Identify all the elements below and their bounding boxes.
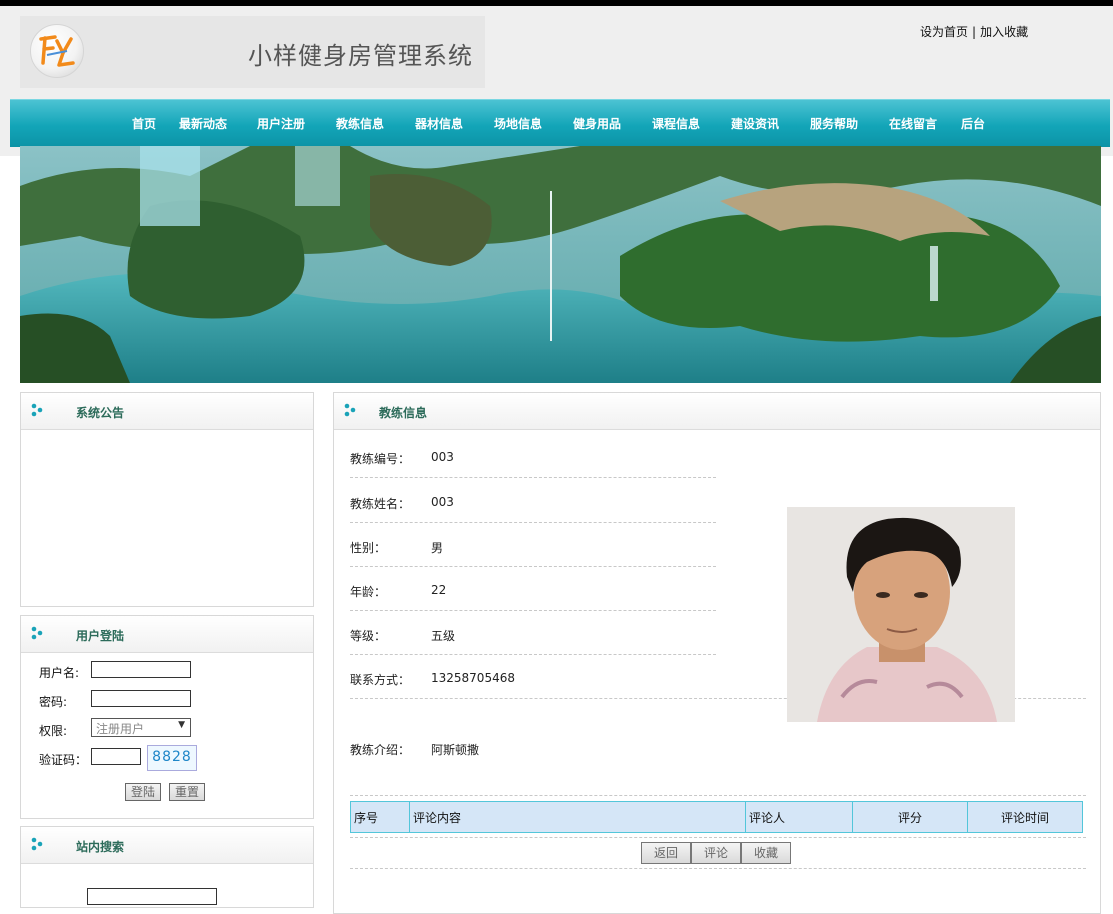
intro-row: 教练介绍： 阿斯顿撒 — [350, 699, 1086, 796]
captcha-label: 验证码： — [39, 753, 88, 767]
password-input[interactable] — [91, 690, 191, 707]
coach-name-row: 教练姓名： 003 — [350, 478, 716, 523]
announcement-panel-header: 系统公告 — [21, 393, 313, 430]
nav-fitness-goods[interactable]: 健身用品 — [573, 115, 621, 132]
coach-info-title: 教练信息 — [379, 406, 428, 420]
site-logo[interactable] — [30, 24, 84, 78]
password-label: 密码: — [39, 695, 68, 709]
login-panel-header: 用户登陆 — [21, 616, 313, 653]
role-label: 权限: — [39, 724, 68, 738]
col-content: 评论内容 — [409, 801, 746, 833]
comment-table: 序号 评论内容 评论人 评分 评论时间 — [350, 801, 1083, 833]
col-time: 评论时间 — [967, 801, 1083, 833]
age-row: 年龄： 22 — [350, 566, 716, 611]
coach-id-label: 教练编号： — [350, 452, 411, 466]
coach-portrait-image — [787, 507, 1015, 722]
role-select-value: 注册用户 — [96, 722, 145, 736]
age-value: 22 — [431, 583, 447, 597]
favorite-button[interactable]: 收藏 — [741, 842, 791, 864]
coach-info-panel: 教练信息 教练编号： 003 教练姓名： 003 性别： 男 年龄： 22 等级… — [333, 392, 1101, 914]
nav-construction-news[interactable]: 建设资讯 — [731, 115, 779, 132]
col-commenter: 评论人 — [745, 801, 853, 833]
nav-service-help[interactable]: 服务帮助 — [810, 115, 858, 132]
coach-info-panel-header: 教练信息 — [334, 393, 1100, 430]
top-links-separator: | — [972, 25, 977, 39]
comment-table-header-row: 序号 评论内容 评论人 评分 评论时间 — [350, 801, 1083, 833]
comment-button[interactable]: 评论 — [691, 842, 741, 864]
coach-name-label: 教练姓名： — [350, 497, 411, 511]
intro-value: 阿斯顿撒 — [431, 743, 480, 757]
login-button[interactable]: 登陆 — [125, 783, 162, 801]
bullet-dots-icon — [31, 837, 43, 851]
bullet-dots-icon — [31, 403, 43, 417]
nav-home[interactable]: 首页 — [132, 115, 156, 132]
nav-equipment-info[interactable]: 器材信息 — [415, 115, 463, 132]
coach-photo — [787, 507, 1015, 722]
level-value: 五级 — [431, 629, 456, 643]
site-search-input[interactable] — [87, 888, 217, 905]
nav-venue-info[interactable]: 场地信息 — [494, 115, 542, 132]
nav-latest-news[interactable]: 最新动态 — [179, 115, 227, 132]
login-panel: 用户登陆 用户名: 密码: 权限: 注册用户 ▼ 验证码： 8828 登陆 重置 — [20, 615, 314, 819]
role-select[interactable]: 注册用户 ▼ — [91, 718, 191, 737]
nav-coach-info[interactable]: 教练信息 — [336, 115, 384, 132]
coach-id-row: 教练编号： 003 — [350, 433, 716, 478]
buttons-bottom-divider — [350, 868, 1086, 869]
site-title: 小样健身房管理系统 — [248, 42, 473, 70]
gender-value: 男 — [431, 541, 444, 555]
gender-row: 性别： 男 — [350, 522, 716, 567]
username-label: 用户名: — [39, 666, 80, 680]
col-score: 评分 — [852, 801, 968, 833]
add-favorite-link[interactable]: 加入收藏 — [980, 25, 1028, 39]
level-label: 等级： — [350, 629, 387, 643]
announcement-panel: 系统公告 — [20, 392, 314, 607]
bullet-dots-icon — [31, 626, 43, 640]
intro-label: 教练介绍： — [350, 743, 411, 757]
contact-label: 联系方式： — [350, 673, 411, 687]
dropdown-arrow-icon: ▼ — [178, 720, 185, 730]
captcha-image[interactable]: 8828 — [147, 745, 197, 771]
login-title: 用户登陆 — [76, 629, 125, 643]
banner-image — [20, 146, 1101, 383]
level-row: 等级： 五级 — [350, 610, 716, 655]
announcement-title: 系统公告 — [76, 406, 125, 420]
nav-user-register[interactable]: 用户注册 — [257, 115, 305, 132]
contact-value: 13258705468 — [431, 671, 515, 685]
landscape-banner-art — [20, 146, 1101, 383]
table-bottom-divider — [350, 837, 1086, 838]
nav-course-info[interactable]: 课程信息 — [652, 115, 700, 132]
main-nav: 首页 最新动态 用户注册 教练信息 器材信息 场地信息 健身用品 课程信息 建设… — [10, 99, 1110, 147]
age-label: 年龄： — [350, 585, 387, 599]
search-title: 站内搜索 — [76, 840, 125, 854]
back-button[interactable]: 返回 — [641, 842, 691, 864]
coach-id-value: 003 — [431, 450, 454, 464]
captcha-input[interactable] — [91, 748, 141, 765]
reset-button[interactable]: 重置 — [169, 783, 206, 801]
bullet-dots-icon — [344, 403, 356, 417]
gender-label: 性别： — [350, 541, 387, 555]
fy-logo-icon — [39, 35, 75, 67]
top-links: 设为首页 | 加入收藏 — [920, 23, 1028, 40]
set-homepage-link[interactable]: 设为首页 — [920, 25, 968, 39]
search-panel: 站内搜索 — [20, 826, 314, 908]
coach-name-value: 003 — [431, 495, 454, 509]
col-index: 序号 — [350, 801, 410, 833]
search-panel-header: 站内搜索 — [21, 827, 313, 864]
username-input[interactable] — [91, 661, 191, 678]
nav-admin[interactable]: 后台 — [961, 115, 985, 132]
nav-online-message[interactable]: 在线留言 — [889, 115, 937, 132]
